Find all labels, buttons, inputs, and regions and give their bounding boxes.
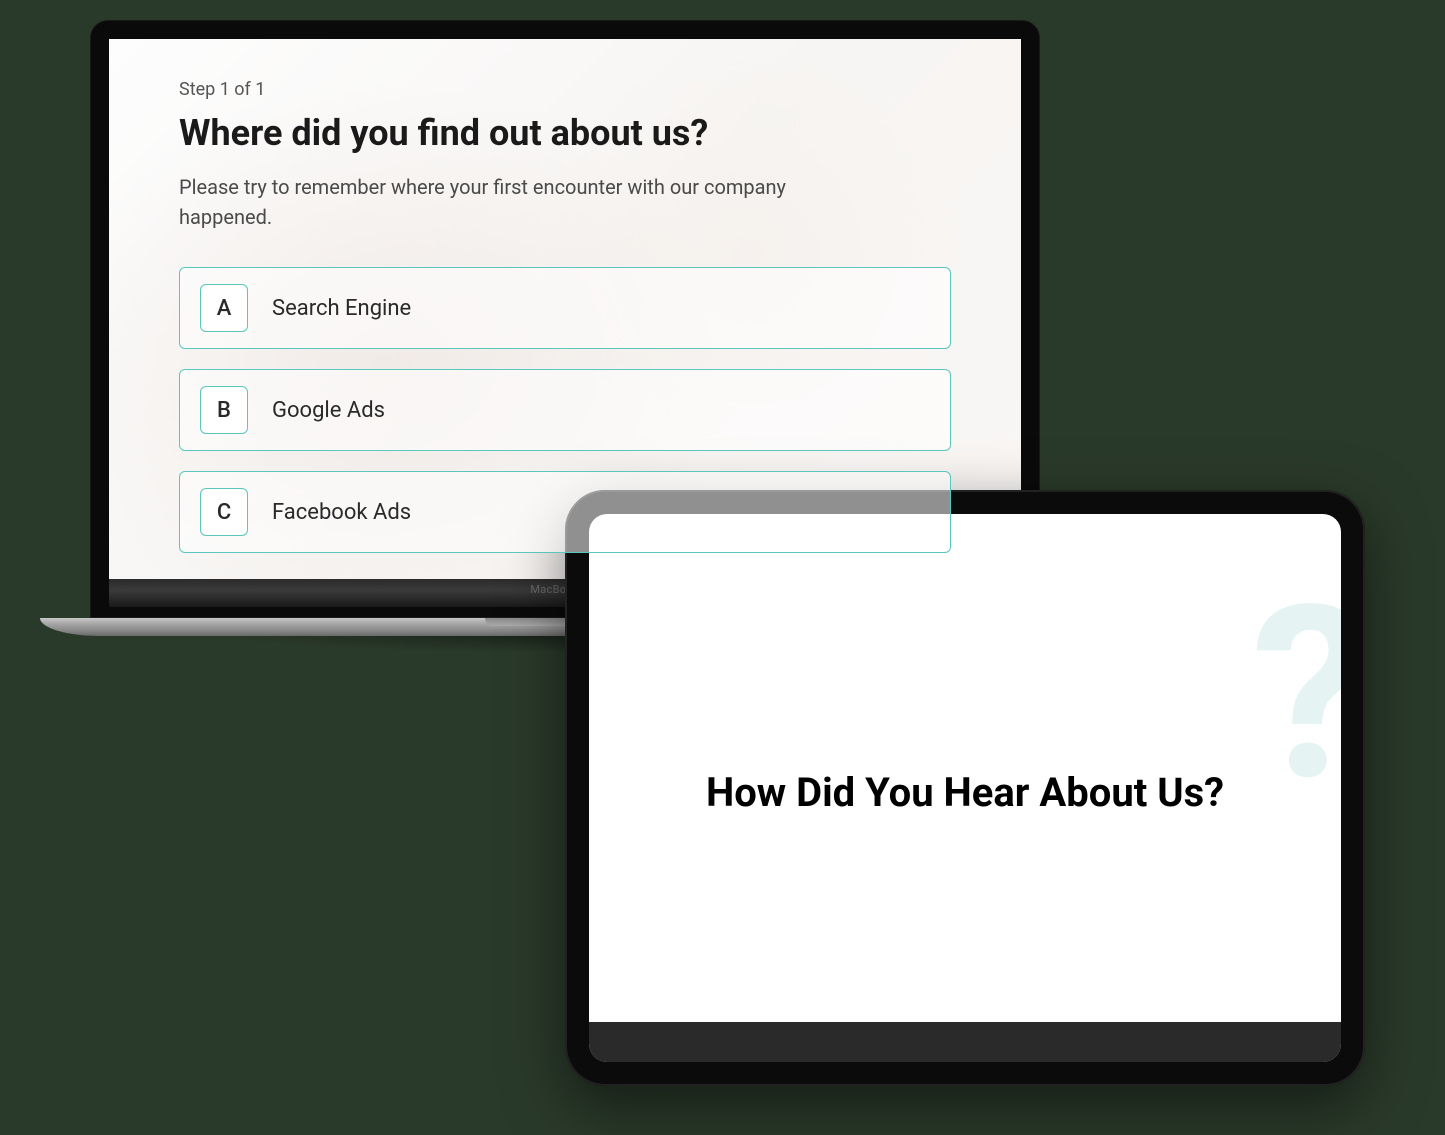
question-description: Please try to remember where your first … <box>179 172 859 232</box>
tablet-bottom-bar <box>589 1022 1341 1062</box>
tablet-device: ? How Did You Hear About Us? <box>565 490 1365 1086</box>
option-key-badge: B <box>200 386 248 434</box>
laptop-bezel: Step 1 of 1 Where did you find out about… <box>90 20 1040 618</box>
tablet-screen: ? How Did You Hear About Us? <box>589 514 1341 1062</box>
options-list: A Search Engine B Google Ads C Facebook … <box>179 267 951 553</box>
option-c[interactable]: C Facebook Ads <box>179 471 951 553</box>
step-indicator: Step 1 of 1 <box>179 79 951 100</box>
option-key-badge: C <box>200 488 248 536</box>
option-label: Google Ads <box>272 398 385 423</box>
option-label: Search Engine <box>272 296 411 321</box>
option-b[interactable]: B Google Ads <box>179 369 951 451</box>
laptop-screen: Step 1 of 1 Where did you find out about… <box>109 39 1021 579</box>
question-title: Where did you find out about us? <box>179 112 951 154</box>
option-key-badge: A <box>200 284 248 332</box>
tablet-title: How Did You Hear About Us? <box>589 769 1341 816</box>
option-a[interactable]: A Search Engine <box>179 267 951 349</box>
option-label: Facebook Ads <box>272 500 411 525</box>
survey-form: Step 1 of 1 Where did you find out about… <box>109 39 1021 553</box>
